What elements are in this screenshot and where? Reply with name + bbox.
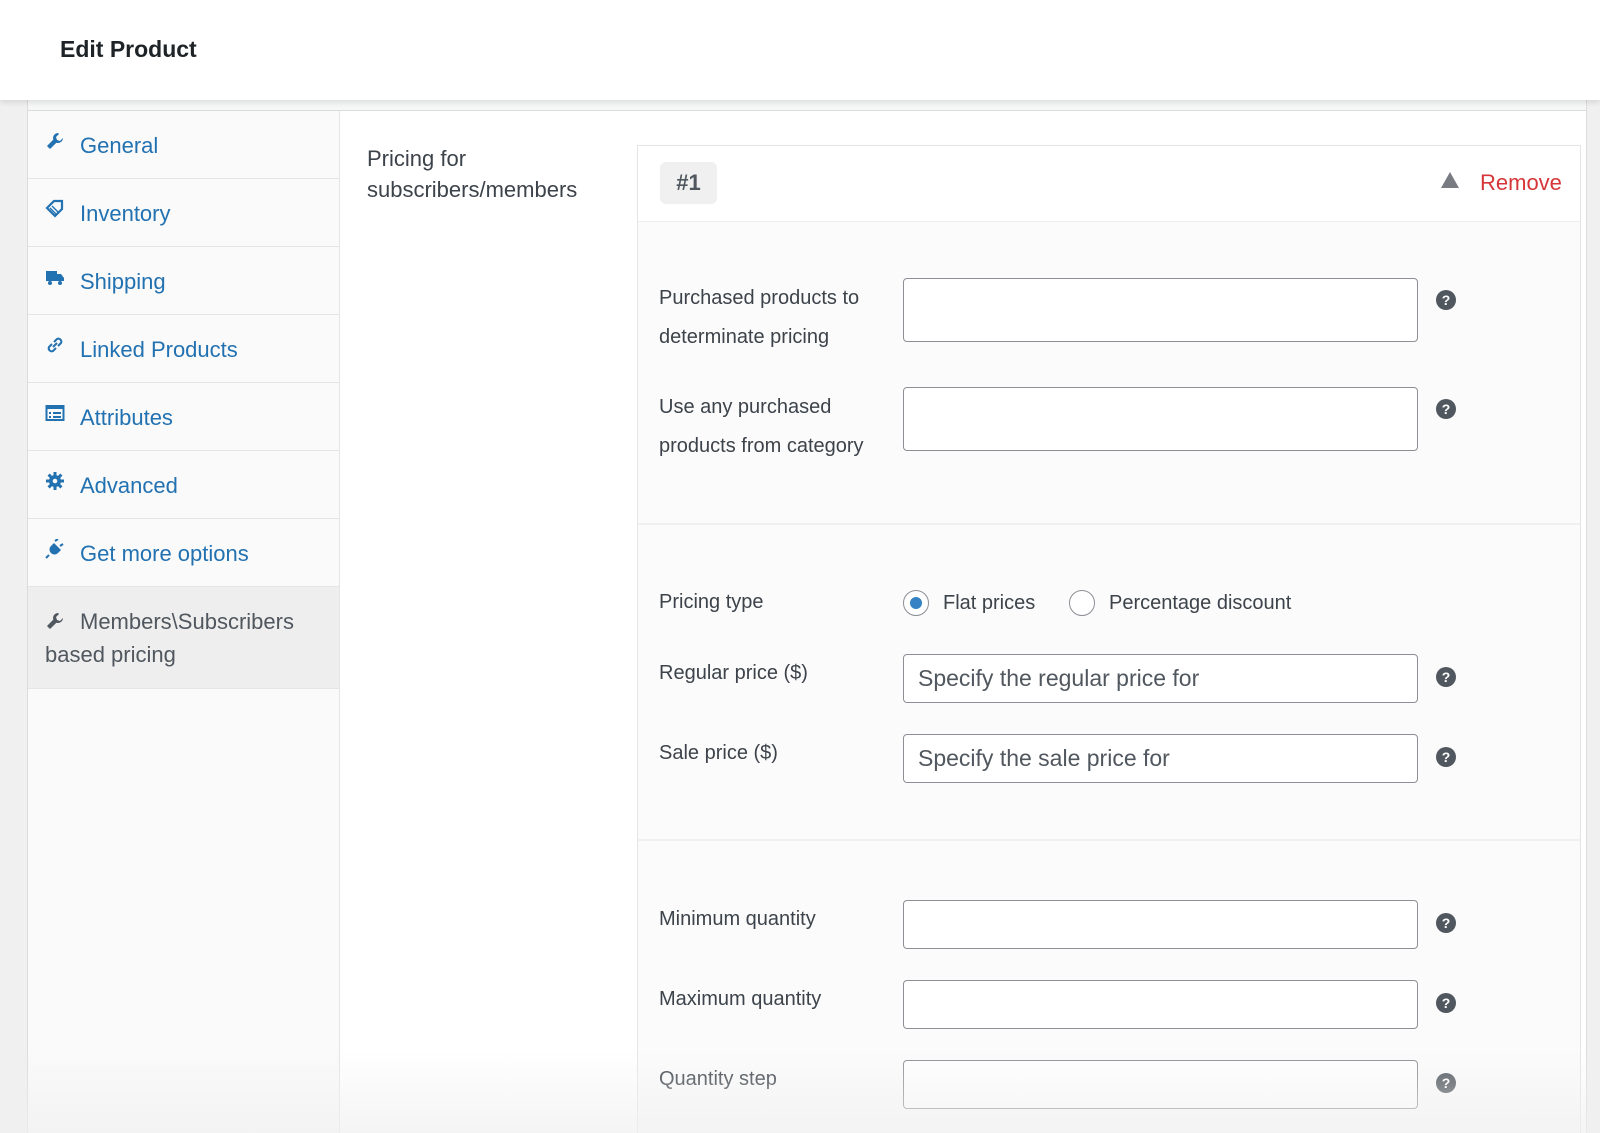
radio-label-flat-prices: Flat prices xyxy=(943,592,1036,614)
radio-label-percentage-discount: Percentage discount xyxy=(1109,592,1292,614)
section-label: Pricing for subscribers/members xyxy=(367,146,578,202)
purchased-products-input[interactable] xyxy=(903,278,1418,342)
tab-label: Get more options xyxy=(80,541,249,566)
tab-label: General xyxy=(80,133,159,158)
tab-advanced[interactable]: Advanced xyxy=(28,451,339,519)
quantity-step-label: Quantity step xyxy=(659,1068,777,1090)
tab-inventory[interactable]: Inventory xyxy=(28,179,339,247)
maximum-quantity-label: Maximum quantity xyxy=(659,988,822,1010)
gear-icon xyxy=(46,472,64,490)
divider xyxy=(638,523,1580,525)
category-input[interactable] xyxy=(903,387,1418,451)
list-icon xyxy=(45,405,65,421)
regular-price-input[interactable] xyxy=(903,654,1418,703)
maximum-quantity-input[interactable] xyxy=(903,980,1418,1029)
tab-label: Attributes xyxy=(80,405,173,430)
tab-get-more-options[interactable]: Get more options xyxy=(28,519,339,587)
page-header: Edit Product xyxy=(0,0,1600,100)
pricing-type-radio-group: Flat prices Percentage discount xyxy=(903,590,1403,618)
wrench-icon xyxy=(47,133,63,149)
radio-percentage-discount[interactable] xyxy=(1069,590,1095,616)
tab-content: Pricing for subscribers/members #1 Remov… xyxy=(341,111,1586,1133)
tab-label: Advanced xyxy=(80,473,178,498)
help-icon[interactable]: ? xyxy=(1436,993,1456,1013)
tab-members-subscribers-pricing[interactable]: Members\Subscribers based pricing xyxy=(28,587,339,689)
panel-top-bar xyxy=(28,99,1586,111)
link-icon xyxy=(47,337,63,353)
radio-flat-prices[interactable] xyxy=(903,590,929,616)
quantity-step-input[interactable] xyxy=(903,1060,1418,1109)
divider xyxy=(638,839,1580,841)
help-icon[interactable]: ? xyxy=(1436,747,1456,767)
sale-price-input[interactable] xyxy=(903,734,1418,783)
pricing-type-label: Pricing type xyxy=(659,591,764,613)
plugin-icon xyxy=(45,539,64,559)
tab-general[interactable]: General xyxy=(28,111,339,179)
help-icon[interactable]: ? xyxy=(1436,667,1456,687)
sale-price-label: Sale price ($) xyxy=(659,742,778,764)
category-label: Use any purchased products from category xyxy=(659,396,864,457)
pricing-rule-card: #1 Remove Purchased products to determin… xyxy=(637,145,1581,1133)
tab-label: Members\Subscribers based pricing xyxy=(45,609,294,667)
purchased-products-label: Purchased products to determinate pricin… xyxy=(659,287,860,348)
rule-number-badge: #1 xyxy=(660,162,717,204)
regular-price-label: Regular price ($) xyxy=(659,662,808,684)
help-icon[interactable]: ? xyxy=(1436,399,1456,419)
tab-label: Shipping xyxy=(80,269,166,294)
tab-linked-products[interactable]: Linked Products xyxy=(28,315,339,383)
tab-label: Inventory xyxy=(80,201,171,226)
minimum-quantity-label: Minimum quantity xyxy=(659,908,816,930)
page-title: Edit Product xyxy=(60,36,197,62)
truck-icon xyxy=(46,271,64,285)
tab-label: Linked Products xyxy=(80,337,238,362)
help-icon[interactable]: ? xyxy=(1436,913,1456,933)
help-icon[interactable]: ? xyxy=(1436,290,1456,310)
remove-link[interactable]: Remove xyxy=(1480,170,1562,196)
product-data-panel: General Inventory Shipping Linked Produc… xyxy=(27,98,1587,1133)
help-icon[interactable]: ? xyxy=(1436,1073,1456,1093)
tag-icon xyxy=(45,199,64,218)
product-data-tabs: General Inventory Shipping Linked Produc… xyxy=(28,111,340,1133)
tab-attributes[interactable]: Attributes xyxy=(28,383,339,451)
rule-header: #1 Remove xyxy=(638,146,1580,222)
tab-shipping[interactable]: Shipping xyxy=(28,247,339,315)
minimum-quantity-input[interactable] xyxy=(903,900,1418,949)
collapse-arrow-icon[interactable] xyxy=(1441,172,1459,188)
